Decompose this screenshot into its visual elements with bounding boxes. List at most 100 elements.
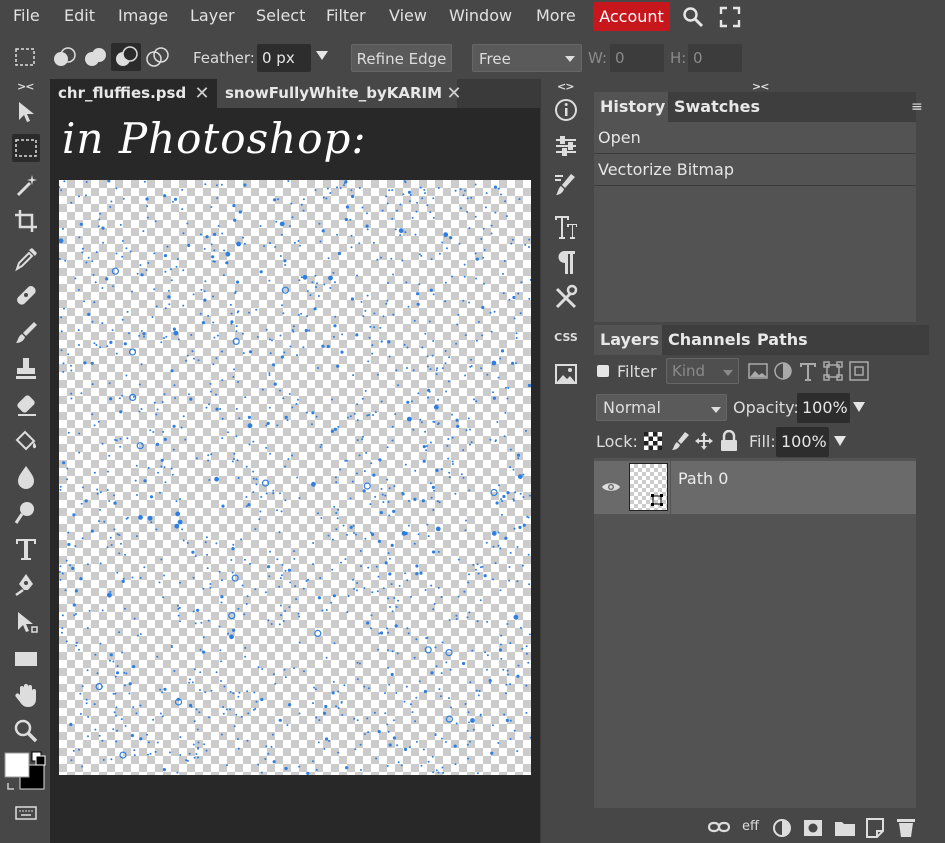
doc-tab-snow-fully-white[interactable]: snowFullyWhite_byKARIM [217, 79, 457, 108]
panel-menu-icon[interactable]: ≡ [911, 99, 923, 115]
history-item-open[interactable]: Open [594, 122, 916, 154]
keyboard-icon[interactable] [15, 806, 37, 820]
add-selection-icon[interactable] [83, 46, 107, 68]
feather-dropdown-icon[interactable] [316, 49, 328, 61]
marquee-tool-icon [14, 47, 36, 67]
opacity-dropdown-icon[interactable] [853, 401, 865, 413]
adjustment-layer-icon[interactable] [772, 818, 792, 838]
dodge-tool-icon[interactable] [12, 499, 40, 527]
lock-pixels-icon[interactable] [670, 431, 690, 451]
path-select-tool-icon[interactable] [12, 609, 40, 637]
layer-effects-button[interactable]: eff [742, 819, 759, 834]
kind-select[interactable]: Kind [666, 358, 739, 384]
new-selection-icon[interactable] [52, 46, 76, 68]
new-layer-icon[interactable] [865, 817, 885, 839]
account-button[interactable]: Account [593, 2, 670, 31]
hand-tool-icon[interactable] [12, 681, 40, 709]
width-input[interactable]: 0 [610, 44, 664, 72]
zoom-tool-icon[interactable] [12, 717, 40, 745]
healing-brush-tool-icon[interactable] [12, 281, 40, 309]
info-icon[interactable] [551, 96, 581, 124]
filter-smart-object-icon[interactable] [849, 361, 869, 381]
brush-tool-icon[interactable] [12, 319, 40, 347]
lock-all-icon[interactable] [720, 430, 738, 452]
stamp-tool-icon[interactable] [12, 355, 40, 383]
style-select[interactable]: Free [472, 44, 582, 72]
canvas[interactable] [59, 180, 531, 775]
eyedropper-tool-icon[interactable] [12, 245, 40, 273]
snow-speck [506, 397, 509, 400]
menu-view[interactable]: View [389, 6, 427, 25]
type-tool-icon[interactable] [12, 535, 40, 563]
magic-wand-tool-icon[interactable] [12, 171, 40, 199]
intersect-selection-icon[interactable] [145, 46, 169, 68]
layer-row-path-0[interactable]: Path 0 [594, 461, 916, 514]
close-icon[interactable]: ✕ [444, 83, 464, 104]
fullscreen-icon[interactable] [719, 6, 741, 28]
filter-adjustment-icon[interactable] [773, 361, 793, 381]
paint-bucket-tool-icon[interactable] [12, 427, 40, 455]
menu-file[interactable]: File [13, 6, 40, 25]
snow-speck [366, 717, 369, 720]
filter-type-icon[interactable] [799, 361, 817, 381]
menu-window[interactable]: Window [449, 6, 512, 25]
expand-toggle-icon[interactable]: <> [557, 80, 574, 93]
snow-speck [356, 419, 359, 422]
tab-history[interactable]: History [594, 92, 672, 122]
menu-layer[interactable]: Layer [190, 6, 235, 25]
search-icon[interactable] [682, 6, 704, 28]
move-tool-icon[interactable] [12, 99, 40, 127]
filter-pixel-icon[interactable] [748, 362, 768, 380]
height-input[interactable]: 0 [688, 44, 742, 72]
image-panel-icon[interactable] [551, 360, 581, 388]
lock-position-icon[interactable] [694, 431, 714, 451]
blend-mode-select[interactable]: Normal [596, 394, 727, 421]
link-layers-icon[interactable] [708, 820, 730, 834]
new-folder-icon[interactable] [834, 819, 856, 837]
blur-tool-icon[interactable] [12, 463, 40, 491]
rectangle-shape-tool-icon[interactable] [12, 645, 40, 673]
snow-speck [208, 403, 210, 406]
menu-select[interactable]: Select [256, 6, 305, 25]
menu-edit[interactable]: Edit [64, 6, 95, 25]
fill-input[interactable]: 100% [776, 427, 829, 457]
tab-layers[interactable]: Layers [594, 325, 666, 355]
pen-tool-icon[interactable] [12, 571, 40, 599]
layer-mask-icon[interactable] [803, 819, 823, 837]
snow-speck [511, 361, 515, 365]
history-item-vectorize-bitmap[interactable]: Vectorize Bitmap [594, 154, 916, 186]
snow-speck [492, 545, 495, 548]
menu-filter[interactable]: Filter [326, 6, 366, 25]
snow-speck [166, 245, 169, 248]
rectangle-select-tool-icon[interactable] [12, 134, 40, 162]
fill-dropdown-icon[interactable] [834, 435, 846, 447]
subtract-selection-icon[interactable] [111, 43, 141, 71]
opacity-input[interactable]: 100% [797, 393, 850, 423]
filter-shape-icon[interactable] [823, 361, 843, 381]
collapse-toggle-icon[interactable]: >< [17, 80, 34, 93]
paragraph-icon[interactable] [551, 248, 581, 276]
snow-speck [358, 242, 361, 245]
menu-more[interactable]: More [536, 6, 576, 25]
tab-paths[interactable]: Paths [751, 325, 814, 355]
brush-settings-icon[interactable] [551, 171, 581, 199]
color-swatches[interactable] [4, 751, 48, 799]
eraser-tool-icon[interactable] [12, 391, 40, 419]
filter-checkbox[interactable] [597, 365, 609, 377]
snow-speck [509, 738, 512, 740]
css-panel-label[interactable]: CSS [551, 331, 581, 359]
tab-swatches[interactable]: Swatches [668, 92, 766, 122]
feather-input[interactable]: 0 px [257, 44, 311, 72]
snow-speck [464, 529, 467, 532]
crop-tool-icon[interactable] [12, 207, 40, 235]
menu-image[interactable]: Image [118, 6, 168, 25]
lock-transparency-icon[interactable] [644, 432, 662, 450]
eye-icon[interactable] [601, 480, 621, 494]
delete-layer-icon[interactable] [896, 816, 916, 838]
close-icon[interactable]: ✕ [192, 83, 212, 104]
refine-edge-button[interactable]: Refine Edge [351, 44, 452, 72]
tab-channels[interactable]: Channels [662, 325, 757, 355]
tools-wrench-icon[interactable] [551, 283, 581, 311]
adjustments-icon[interactable] [551, 132, 581, 160]
character-icon[interactable] [551, 213, 581, 241]
